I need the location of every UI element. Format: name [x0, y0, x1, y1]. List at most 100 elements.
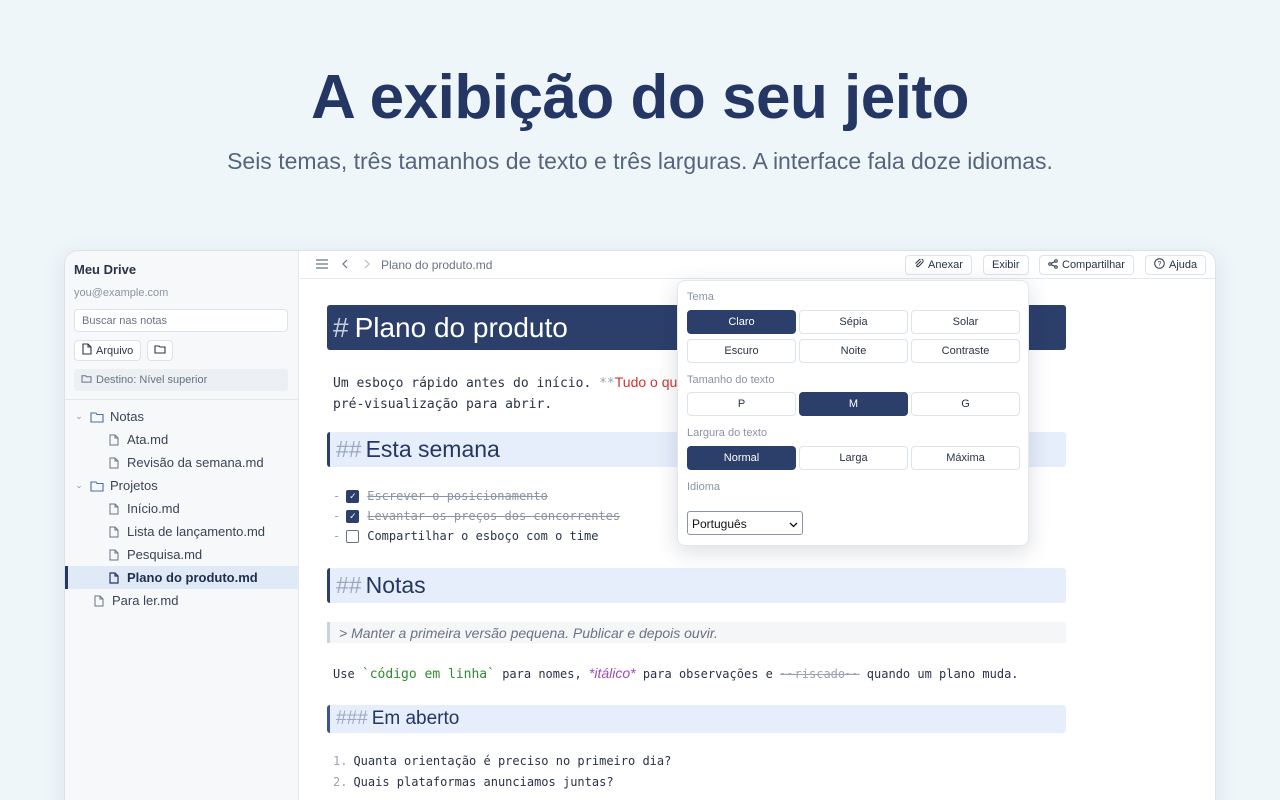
folder-icon [90, 479, 104, 493]
tree-file-lista[interactable]: Lista de lançamento.md [65, 520, 299, 543]
new-folder-button[interactable] [147, 340, 173, 361]
chevron-left-icon[interactable] [341, 257, 349, 272]
attach-button[interactable]: Anexar [905, 255, 972, 275]
app-window: Meu Drive you@example.com Arquivo Destin… [64, 250, 1216, 800]
paragraph-formatting: Use `código em linha` para nomes, *itáli… [333, 665, 1019, 682]
chevron-down-icon[interactable]: ⌄ [74, 411, 84, 422]
tree-item-label: Lista de lançamento.md [127, 524, 266, 539]
heading-3-em-aberto: ### Em aberto [327, 705, 1066, 733]
theme-option-noite[interactable]: Noite [799, 339, 908, 363]
checkbox-checked[interactable]: ✓ [346, 489, 360, 503]
file-icon [107, 548, 121, 562]
task-text: Escrever o posicionamento [367, 489, 548, 503]
bold-mark: ** [599, 376, 615, 391]
theme-option-contraste[interactable]: Contraste [911, 339, 1020, 363]
strikethrough-text: ~~riscado~~ [780, 667, 860, 681]
width-option-normal[interactable]: Normal [687, 446, 796, 470]
folder-icon [81, 374, 92, 386]
new-file-button[interactable]: Arquivo [74, 340, 142, 361]
list-item: 2. Quais plataformas anunciamos juntas? [333, 775, 614, 789]
checkbox-checked[interactable]: ✓ [346, 509, 360, 523]
width-option-maxima[interactable]: Máxima [911, 446, 1020, 470]
menu-icon[interactable] [316, 257, 328, 272]
theme-option-claro[interactable]: Claro [687, 310, 796, 334]
language-label: Idioma [687, 481, 721, 493]
tree-file-inicio[interactable]: Início.md [65, 497, 299, 520]
paperclip-icon [914, 257, 924, 272]
tree-folder-notas[interactable]: ⌄ Notas [65, 405, 299, 428]
tree-file-pesquisa[interactable]: Pesquisa.md [65, 543, 299, 566]
sidebar-divider [65, 399, 299, 400]
view-label: Exibir [992, 259, 1020, 271]
checkbox-unchecked[interactable] [346, 529, 360, 543]
hero-title: A exibição do seu jeito [310, 63, 970, 132]
heading-mark: ## [336, 436, 362, 462]
width-option-larga[interactable]: Larga [799, 446, 908, 470]
inline-code: `código em linha` [361, 667, 495, 682]
destination-label: Destino: Nível superior [96, 374, 208, 386]
text-width-label: Largura do texto [687, 427, 768, 439]
language-select[interactable]: Português [687, 511, 803, 535]
size-option-p[interactable]: P [687, 392, 796, 416]
share-icon [1048, 258, 1058, 272]
share-label: Compartilhar [1062, 259, 1125, 271]
tree-item-label: Início.md [127, 501, 180, 516]
heading-text: Notas [365, 572, 426, 598]
list-text: Quais plataformas anunciamos juntas? [353, 775, 614, 789]
text-run: quando um plano muda. [859, 667, 1019, 681]
tree-file-para-ler[interactable]: Para ler.md [65, 589, 299, 612]
task-item: - Compartilhar o esboço com o time [333, 527, 598, 545]
heading-text: Em aberto [371, 708, 460, 729]
help-icon: ? [1154, 258, 1165, 272]
new-file-label: Arquivo [96, 344, 134, 357]
theme-option-solar[interactable]: Solar [911, 310, 1020, 334]
destination-indicator: Destino: Nível superior [74, 369, 288, 391]
display-settings-popover: Tema Claro Sépia Solar Escuro Noite Cont… [677, 280, 1029, 546]
size-option-g[interactable]: G [911, 392, 1020, 416]
tree-item-label: Para ler.md [112, 593, 179, 608]
text-run: pré-visualização para abrir. [333, 397, 553, 412]
heading-2-notas: ## Notas [327, 568, 1066, 603]
tree-item-label: Projetos [110, 478, 158, 493]
sidebar: Meu Drive you@example.com Arquivo Destin… [65, 251, 299, 800]
file-tree: ⌄ Notas Ata.md Revisão da semana.md ⌄ Pr… [65, 405, 299, 612]
file-icon [107, 456, 121, 470]
heading-mark: # [333, 311, 349, 343]
chevron-right-icon[interactable] [363, 257, 371, 272]
language-value: Português [692, 517, 747, 531]
tree-file-plano[interactable]: Plano do produto.md [65, 566, 299, 589]
tree-folder-projetos[interactable]: ⌄ Projetos [65, 474, 299, 497]
hero-subtitle: Seis temas, três tamanhos de texto e trê… [227, 148, 1053, 174]
theme-option-escuro[interactable]: Escuro [687, 339, 796, 363]
tree-file-revisao[interactable]: Revisão da semana.md [65, 451, 299, 474]
search-input[interactable] [74, 309, 288, 332]
list-dash: - [333, 509, 341, 523]
tree-file-ata[interactable]: Ata.md [65, 428, 299, 451]
help-button[interactable]: ? Ajuda [1145, 255, 1207, 275]
italic-text: *itálico* [588, 665, 636, 681]
file-icon [82, 343, 92, 358]
heading-text: Esta semana [365, 436, 500, 462]
task-item: - ✓ Escrever o posicionamento [333, 487, 548, 505]
tree-item-label: Ata.md [127, 432, 169, 447]
list-item: 1. Quanta orientação é preciso no primeir… [333, 754, 671, 768]
help-label: Ajuda [1169, 259, 1198, 271]
tree-item-label: Plano do produto.md [127, 570, 258, 585]
text-run: Use [333, 667, 362, 681]
file-icon [107, 525, 121, 539]
tree-item-label: Notas [110, 409, 144, 424]
view-button[interactable]: Exibir [983, 255, 1029, 275]
chevron-down-icon[interactable]: ⌄ [74, 480, 84, 491]
paragraph-intro: Um esboço rápido antes do início. **Tudo… [333, 372, 696, 415]
theme-label: Tema [687, 291, 714, 303]
attach-label: Anexar [928, 259, 963, 271]
theme-option-sepia[interactable]: Sépia [799, 310, 908, 334]
file-icon [107, 502, 121, 516]
share-button[interactable]: Compartilhar [1039, 255, 1134, 275]
folder-icon [154, 344, 166, 357]
list-dash: - [333, 529, 341, 543]
size-option-m[interactable]: M [799, 392, 908, 416]
editor-toolbar: Plano do produto.md Anexar Exibir Compar… [300, 251, 1215, 279]
heading-text: Plano do produto [354, 311, 568, 343]
task-text: Compartilhar o esboço com o time [367, 529, 599, 543]
